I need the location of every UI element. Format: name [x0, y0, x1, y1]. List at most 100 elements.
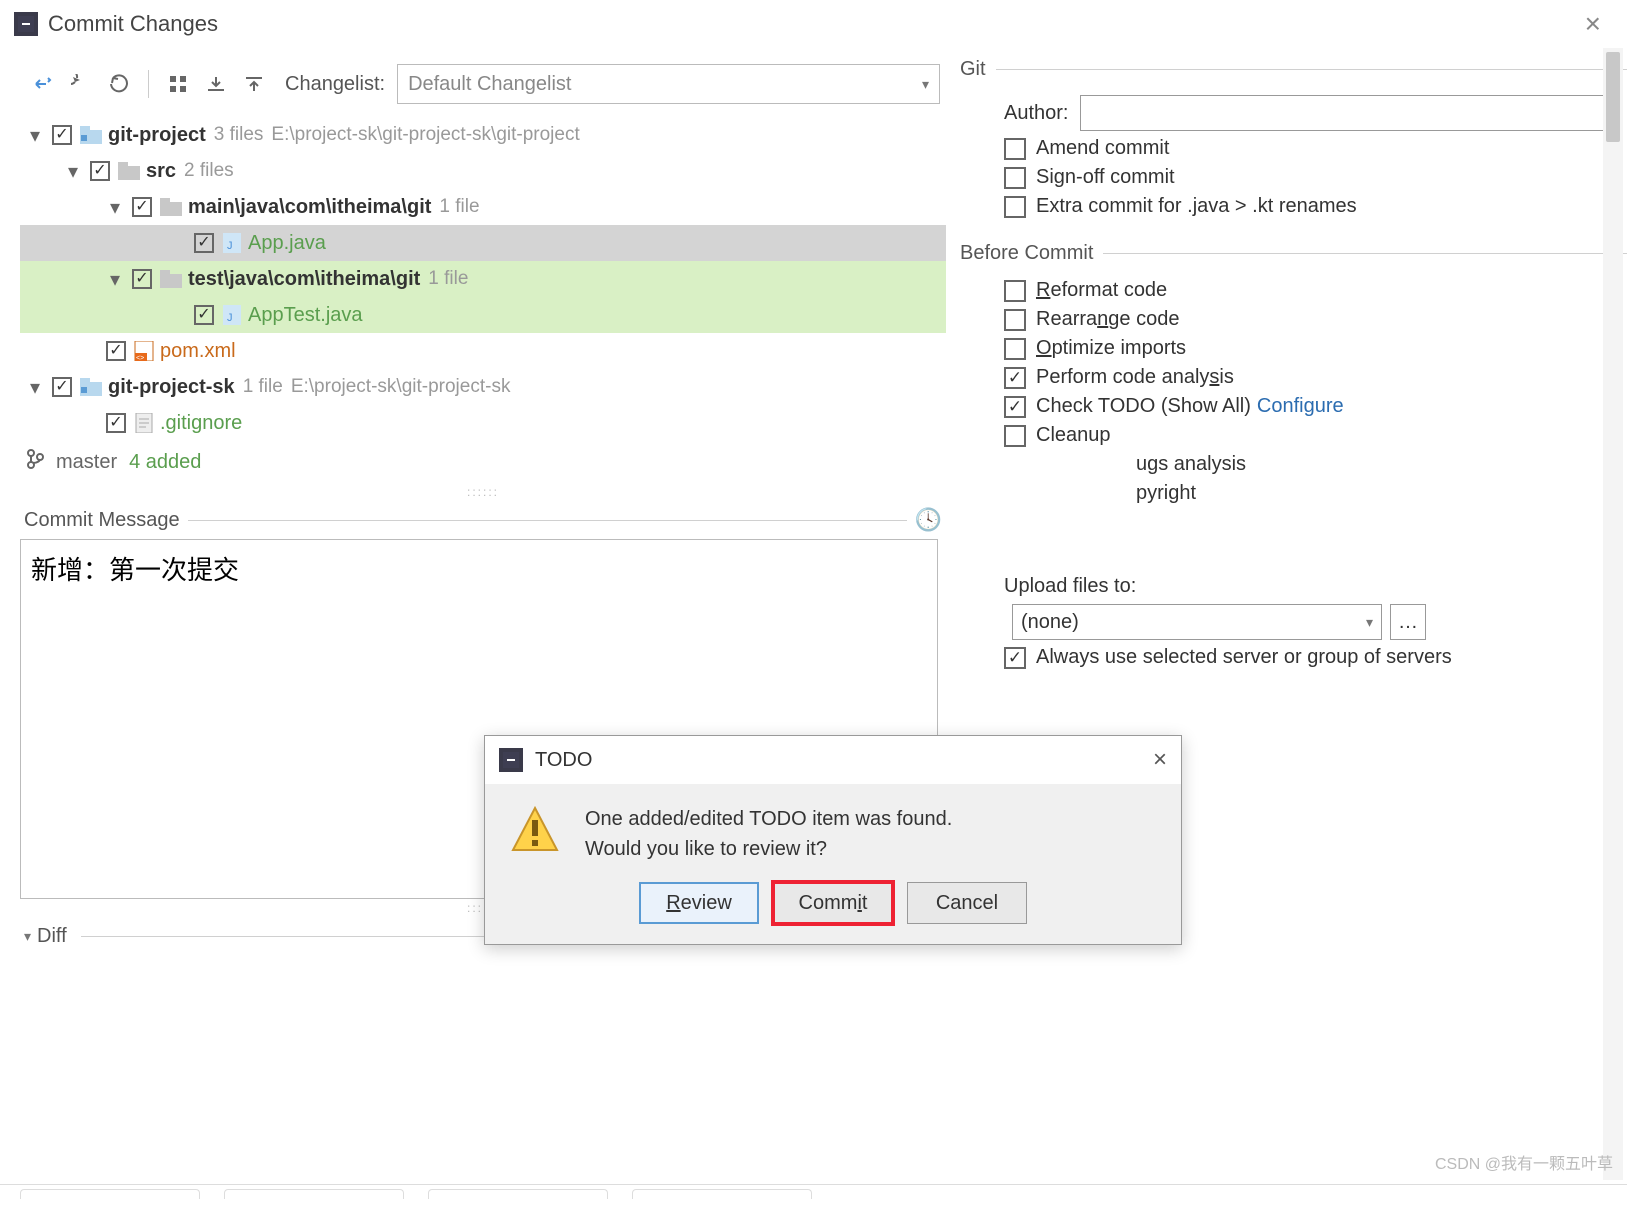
scroll-thumb[interactable] [1606, 52, 1620, 142]
svg-text:<>: <> [136, 355, 144, 361]
warning-icon [509, 804, 561, 864]
path-name: test\java\com\itheima\git [188, 268, 420, 291]
upload-select[interactable]: (none) ▾ [1012, 604, 1382, 640]
titlebar: Commit Changes × [0, 0, 1627, 48]
chevron-down-icon[interactable]: ▾ [106, 267, 124, 292]
checkbox[interactable] [106, 413, 126, 433]
module-icon [80, 378, 102, 396]
group-icon[interactable] [161, 67, 195, 101]
reformat-row[interactable]: Reformat code [1004, 279, 1627, 302]
window-title: Commit Changes [48, 11, 218, 37]
tree-row-app[interactable]: J App.java [20, 225, 946, 261]
checkbox[interactable] [90, 161, 110, 181]
checkbox[interactable] [1004, 138, 1026, 160]
signoff-row[interactable]: Sign-off commit [1004, 166, 1627, 189]
rearrange-row[interactable]: Rearrange code [1004, 308, 1627, 331]
divider [148, 70, 149, 98]
bugs-row[interactable]: ugs analysis [1004, 453, 1627, 476]
always-row[interactable]: Always use selected server or group of s… [1004, 646, 1627, 669]
bottom-buttons-clipped [0, 1184, 1627, 1208]
file-count: 3 files [214, 124, 264, 146]
branch-status: master 4 added [20, 441, 946, 483]
project-name: git-project [108, 124, 206, 147]
checkbox[interactable] [1004, 167, 1026, 189]
configure-link[interactable]: Configure [1257, 395, 1344, 418]
commit-button[interactable]: Commit [773, 882, 893, 924]
chevron-down-icon: ▾ [922, 76, 929, 93]
close-icon[interactable]: × [1153, 746, 1167, 774]
file-count: 1 file [439, 196, 479, 218]
toolbar: Changelist: Default Changelist ▾ [20, 56, 946, 116]
tree-row-test[interactable]: ▾ test\java\com\itheima\git 1 file [20, 261, 946, 297]
checkbox[interactable] [132, 197, 152, 217]
chevron-down-icon: ▾ [1366, 614, 1373, 631]
project-name: git-project-sk [108, 376, 235, 399]
browse-button[interactable]: … [1390, 604, 1426, 640]
author-input[interactable] [1080, 95, 1605, 131]
checkbox[interactable] [194, 305, 214, 325]
checkbox[interactable] [106, 341, 126, 361]
branch-icon [26, 449, 44, 475]
redo-icon[interactable] [102, 67, 136, 101]
file-tree: ▾ git-project 3 files E:\project-sk\git-… [20, 116, 946, 441]
file-name: App.java [248, 232, 326, 255]
cancel-button[interactable]: Cancel [907, 882, 1027, 924]
chevron-down-icon[interactable]: ▾ [26, 123, 44, 148]
copyright-row[interactable]: pyright [1004, 482, 1627, 505]
checkbox[interactable] [1004, 309, 1026, 331]
extra-row[interactable]: Extra commit for .java > .kt renames [1004, 195, 1627, 218]
todo-dialog: TODO × One added/edited TODO item was fo… [484, 735, 1182, 945]
collapse-icon[interactable] [237, 67, 271, 101]
before-commit-group: Before Commit [960, 242, 1627, 265]
checkbox[interactable] [1004, 338, 1026, 360]
scrollbar[interactable] [1603, 48, 1623, 1180]
svg-text:J: J [227, 312, 233, 324]
file-name: pom.xml [160, 340, 236, 363]
folder-icon [160, 270, 182, 288]
chevron-down-icon[interactable]: ▾ [64, 159, 82, 184]
tree-row-src[interactable]: ▾ src 2 files [20, 153, 946, 189]
watermark: CSDN @我有一颗五叶草 [1435, 1150, 1613, 1174]
expand-icon[interactable] [199, 67, 233, 101]
tree-row-pom[interactable]: <> pom.xml [20, 333, 946, 369]
chevron-down-icon[interactable]: ▾ [106, 195, 124, 220]
analysis-row[interactable]: Perform code analysis [1004, 366, 1627, 389]
history-icon[interactable]: 🕓 [915, 507, 942, 533]
text-file-icon [134, 413, 154, 433]
optimize-row[interactable]: Optimize imports [1004, 337, 1627, 360]
checkbox[interactable] [194, 233, 214, 253]
checkbox[interactable] [52, 377, 72, 397]
folder-icon [118, 162, 140, 180]
project-path: E:\project-sk\git-project-sk [291, 376, 511, 398]
checkbox[interactable] [1004, 425, 1026, 447]
chevron-down-icon[interactable]: ▾ [26, 375, 44, 400]
amend-row[interactable]: Amend commit [1004, 137, 1627, 160]
dialog-titlebar: TODO × [485, 736, 1181, 784]
tree-row-project2[interactable]: ▾ git-project-sk 1 file E:\project-sk\gi… [20, 369, 946, 405]
tree-row-project1[interactable]: ▾ git-project 3 files E:\project-sk\git-… [20, 117, 946, 153]
path-name: main\java\com\itheima\git [188, 196, 431, 219]
git-group: Git [960, 58, 1627, 81]
checkbox[interactable] [1004, 396, 1026, 418]
checkbox[interactable] [1004, 647, 1026, 669]
java-file-icon: J [222, 233, 242, 253]
branch-name: master [56, 451, 117, 474]
refresh-icon[interactable] [26, 67, 60, 101]
todo-row[interactable]: Check TODO (Show All)Configure [1004, 395, 1627, 418]
splitter[interactable]: :::::: [20, 483, 946, 501]
changelist-label: Changelist: [285, 73, 385, 96]
checkbox[interactable] [1004, 367, 1026, 389]
tree-row-apptest[interactable]: J AppTest.java [20, 297, 946, 333]
tree-row-gitignore[interactable]: .gitignore [20, 405, 946, 441]
changelist-select[interactable]: Default Changelist ▾ [397, 64, 940, 104]
svg-text:J: J [227, 240, 233, 252]
checkbox[interactable] [1004, 196, 1026, 218]
review-button[interactable]: Review [639, 882, 759, 924]
checkbox[interactable] [52, 125, 72, 145]
undo-icon[interactable] [64, 67, 98, 101]
close-icon[interactable]: × [1573, 8, 1613, 40]
checkbox[interactable] [132, 269, 152, 289]
tree-row-main[interactable]: ▾ main\java\com\itheima\git 1 file [20, 189, 946, 225]
cleanup-row[interactable]: Cleanup [1004, 424, 1627, 447]
checkbox[interactable] [1004, 280, 1026, 302]
